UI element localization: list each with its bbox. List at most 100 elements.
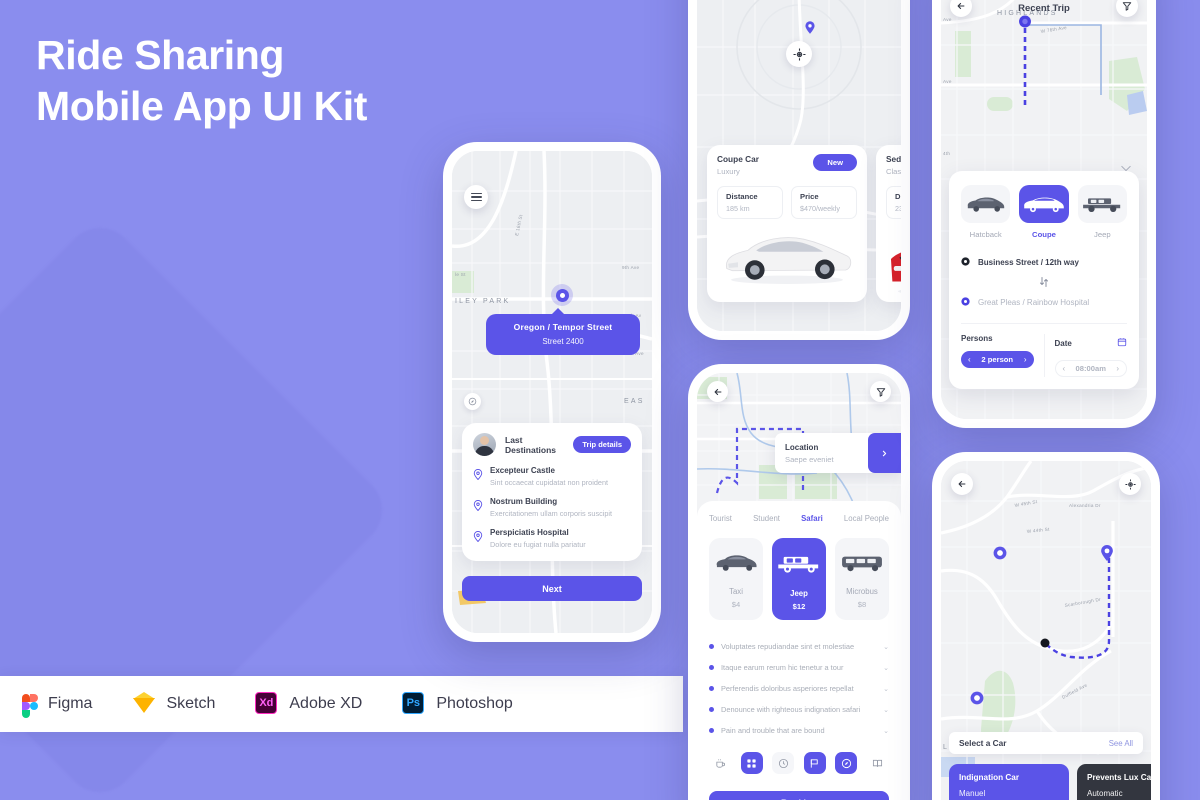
new-badge: New	[813, 154, 857, 171]
trip-details-button[interactable]: Trip details	[573, 436, 631, 453]
tool-photoshop[interactable]: Ps Photoshop	[402, 692, 513, 716]
ride-price: $4	[731, 600, 741, 609]
crosshair-icon[interactable]	[1119, 473, 1141, 495]
hatchback-icon	[961, 185, 1011, 223]
car-card[interactable]: Sedan Lux Classical Distance 230 km	[876, 145, 901, 302]
clock-icon[interactable]	[772, 752, 795, 774]
compass-icon[interactable]	[464, 393, 481, 410]
chevron-down-icon[interactable]: ⌄	[883, 643, 889, 651]
faq-row[interactable]: Itaque earum rerum hic tenetur a tour ⌄	[709, 657, 889, 678]
map-location-bubble[interactable]: Oregon / Tempor Street Street 2400	[486, 308, 640, 355]
faq-row[interactable]: Voluptates repudiandae sint et molestiae…	[709, 636, 889, 657]
car-offers-carousel[interactable]: Indignation Car Manuel Prevents Lux Car …	[949, 764, 1151, 800]
back-button[interactable]	[950, 0, 972, 17]
spec-key: Distance	[726, 192, 758, 201]
car-type-jeep[interactable]: Jeep	[1077, 185, 1127, 239]
card-header: Last Destinations Trip details	[473, 433, 631, 456]
destination-item[interactable]: Excepteur Castle Sint occaecat cupidatat…	[473, 466, 631, 487]
ride-option-microbus[interactable]: Microbus $8	[835, 538, 889, 620]
swap-vertical-icon[interactable]	[961, 276, 1127, 288]
calendar-icon[interactable]	[1117, 334, 1127, 352]
phone-mockup-car-list: Glen Ave Maple St	[688, 0, 910, 340]
tab-student[interactable]: Student	[753, 514, 780, 523]
phone-mockup-select-car: W 45th St W 44th St Alexandria Dr Scarbo…	[932, 452, 1160, 800]
compass-icon[interactable]	[835, 752, 858, 774]
faq-row[interactable]: Pain and trouble that are bound ⌄	[709, 720, 889, 741]
phone-mockup-home-map: ILEY PARK 9th Ave 10th Av 11th Ave le St…	[443, 142, 661, 642]
back-button[interactable]	[951, 473, 973, 495]
bubble-subtitle: Street 2400	[542, 337, 584, 346]
map-label: ILEY PARK	[455, 298, 510, 305]
location-card[interactable]: Location Saepe eveniet	[775, 433, 901, 473]
persons-stepper[interactable]: ‹ 2 person ›	[961, 351, 1034, 368]
tool-adobe-xd[interactable]: Xd Adobe XD	[255, 692, 362, 716]
chevron-down-icon[interactable]: ⌄	[883, 685, 889, 693]
car-offer-name: Prevents Lux Car	[1087, 773, 1151, 782]
avatar	[473, 433, 496, 456]
persons-date-row: Persons ‹ 2 person › Date ‹ 08:00am ›	[961, 334, 1127, 377]
figma-icon	[14, 692, 38, 718]
chevron-left-icon[interactable]: ‹	[968, 355, 971, 364]
screen: Glen Ave Maple St	[697, 0, 901, 331]
map-pin[interactable]	[993, 546, 1007, 560]
see-all-link[interactable]: See All	[1109, 739, 1133, 748]
persons-field: Persons ‹ 2 person ›	[961, 334, 1034, 377]
map-pin[interactable]	[805, 21, 815, 34]
persons-label: Persons	[961, 334, 993, 343]
book-icon[interactable]	[867, 752, 889, 774]
adobe-xd-icon: Xd	[255, 692, 279, 716]
screen: W 45th St W 44th St Alexandria Dr Scarbo…	[941, 461, 1151, 800]
chevron-right-icon[interactable]: ›	[1116, 364, 1119, 373]
map-pin[interactable]	[970, 691, 984, 705]
car-card-carousel[interactable]: Coupe Car Luxury New Distance 185 km Pri…	[697, 145, 901, 302]
select-a-car-bar[interactable]: Select a Car See All	[949, 732, 1143, 754]
route-origin[interactable]: Business Street / 12th way	[961, 253, 1127, 271]
map-label: 4th	[943, 151, 950, 156]
filter-icon[interactable]	[870, 381, 891, 402]
car-type-coupe[interactable]: Coupe	[1019, 185, 1069, 239]
chevron-down-icon[interactable]: ⌄	[883, 664, 889, 672]
bullet-dot	[709, 728, 714, 733]
page-title: Ride Sharing Mobile App UI Kit	[36, 30, 367, 132]
crosshair-icon[interactable]	[786, 41, 812, 67]
tab-safari[interactable]: Safari	[801, 514, 823, 523]
car-type-hatchback[interactable]: Hatcback	[961, 185, 1011, 239]
chevron-right-icon[interactable]	[868, 433, 901, 473]
screen: Location Saepe eveniet Tourist Student S…	[697, 373, 901, 800]
tab-tourist[interactable]: Tourist	[709, 514, 732, 523]
next-button[interactable]: Next	[462, 576, 642, 601]
tool-figma[interactable]: Figma	[14, 692, 92, 718]
back-button[interactable]	[707, 381, 728, 402]
faq-row[interactable]: Denounce with righteous indignation safa…	[709, 699, 889, 720]
flag-icon[interactable]	[803, 752, 826, 774]
ride-option-jeep[interactable]: Jeep $12	[772, 538, 826, 620]
car-offer-card[interactable]: Prevents Lux Car Automatic	[1077, 764, 1151, 800]
destination-item[interactable]: Perspiciatis Hospital Dolore eu fugiat n…	[473, 528, 631, 549]
category-tabs[interactable]: Tourist Student Safari Local People	[709, 514, 889, 523]
chevron-down-icon[interactable]: ⌄	[883, 727, 889, 735]
destination-text: Great Pleas / Rainbow Hospital	[978, 297, 1090, 307]
faq-row[interactable]: Perferendis doloribus asperiores repella…	[709, 678, 889, 699]
car-card[interactable]: Coupe Car Luxury New Distance 185 km Pri…	[707, 145, 867, 302]
hamburger-menu-icon[interactable]	[464, 185, 488, 209]
map-pin[interactable]	[1100, 545, 1113, 561]
ride-option-taxi[interactable]: Taxi $4	[709, 538, 763, 620]
booking-button[interactable]: Booking	[709, 791, 889, 800]
tab-local-people[interactable]: Local People	[844, 514, 889, 523]
filter-icon[interactable]	[1116, 0, 1138, 17]
tool-sketch[interactable]: Sketch	[132, 692, 215, 716]
grid-icon[interactable]	[740, 752, 763, 774]
headline-line-2: Mobile App UI Kit	[36, 82, 368, 129]
jeep-icon	[776, 556, 822, 579]
bullet-dot	[709, 707, 714, 712]
chevron-down-icon[interactable]: ⌄	[883, 706, 889, 714]
destination-item[interactable]: Nostrum Building Exercitationem ullam co…	[473, 497, 631, 518]
top-bar: Recent Trip	[941, 0, 1147, 21]
coffee-cup-icon[interactable]	[709, 752, 731, 774]
date-stepper[interactable]: ‹ 08:00am ›	[1054, 360, 1127, 377]
car-offer-card[interactable]: Indignation Car Manuel	[949, 764, 1069, 800]
map-current-pin	[551, 284, 573, 306]
route-destination[interactable]: Great Pleas / Rainbow Hospital	[961, 293, 1127, 311]
chevron-right-icon[interactable]: ›	[1024, 355, 1027, 364]
chevron-left-icon[interactable]: ‹	[1063, 364, 1066, 373]
